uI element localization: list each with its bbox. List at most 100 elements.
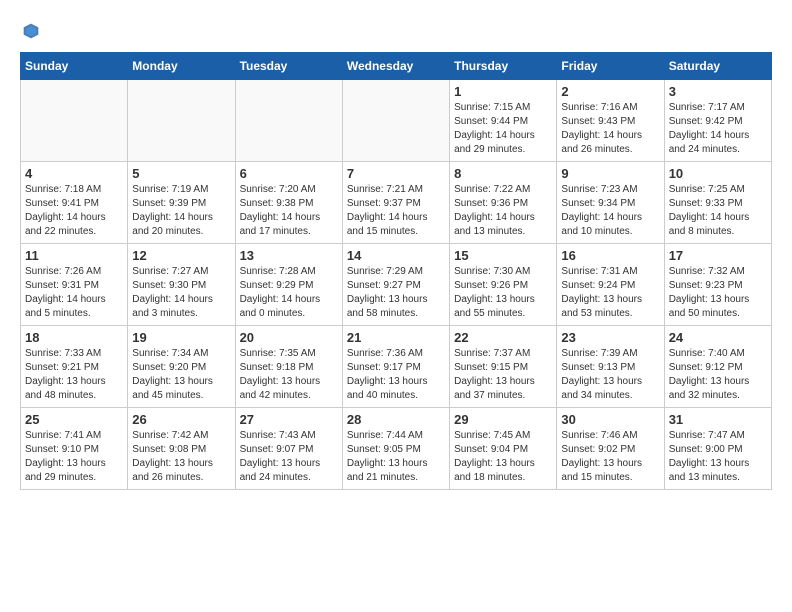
calendar-cell: 27 Sunrise: 7:43 AM Sunset: 9:07 PM Dayli… [235, 408, 342, 490]
day-info: Sunrise: 7:15 AM Sunset: 9:44 PM Dayligh… [454, 101, 552, 157]
calendar-cell: 20 Sunrise: 7:35 AM Sunset: 9:18 PM Dayli… [235, 326, 342, 408]
day-number: 17 [669, 248, 767, 263]
logo-icon [20, 20, 42, 42]
day-info: Sunrise: 7:46 AM Sunset: 9:02 PM Dayligh… [561, 429, 659, 485]
day-info: Sunrise: 7:45 AM Sunset: 9:04 PM Dayligh… [454, 429, 552, 485]
calendar-cell: 9 Sunrise: 7:23 AM Sunset: 9:34 PM Daylig… [557, 162, 664, 244]
day-number: 6 [240, 166, 338, 181]
day-number: 8 [454, 166, 552, 181]
calendar-cell: 23Sunrise: 7:39 AM Sunset: 9:13 PM Dayli… [557, 326, 664, 408]
day-info: Sunrise: 7:44 AM Sunset: 9:05 PM Dayligh… [347, 429, 445, 485]
day-info: Sunrise: 7:36 AM Sunset: 9:17 PM Dayligh… [347, 347, 445, 403]
day-number: 31 [669, 412, 767, 427]
day-number: 4 [25, 166, 123, 181]
column-header-tuesday: Tuesday [235, 53, 342, 80]
calendar-cell: 28 Sunrise: 7:44 AM Sunset: 9:05 PM Dayli… [342, 408, 449, 490]
day-number: 28 [347, 412, 445, 427]
day-number: 13 [240, 248, 338, 263]
day-number: 3 [669, 84, 767, 99]
day-info: Sunrise: 7:23 AM Sunset: 9:34 PM Dayligh… [561, 183, 659, 239]
day-info: Sunrise: 7:39 AM Sunset: 9:13 PM Dayligh… [561, 347, 659, 403]
calendar-cell [128, 80, 235, 162]
calendar-week-row: 1 Sunrise: 7:15 AM Sunset: 9:44 PM Daylig… [21, 80, 772, 162]
day-info: Sunrise: 7:35 AM Sunset: 9:18 PM Dayligh… [240, 347, 338, 403]
day-info: Sunrise: 7:22 AM Sunset: 9:36 PM Dayligh… [454, 183, 552, 239]
calendar-cell: 26 Sunrise: 7:42 AM Sunset: 9:08 PM Dayli… [128, 408, 235, 490]
day-number: 20 [240, 330, 338, 345]
calendar-cell: 21 Sunrise: 7:36 AM Sunset: 9:17 PM Dayli… [342, 326, 449, 408]
calendar-cell: 17 Sunrise: 7:32 AM Sunset: 9:23 PM Dayli… [664, 244, 771, 326]
calendar-cell: 6Sunrise: 7:20 AM Sunset: 9:38 PM Daylig… [235, 162, 342, 244]
calendar-cell: 12Sunrise: 7:27 AM Sunset: 9:30 PM Dayli… [128, 244, 235, 326]
day-info: Sunrise: 7:17 AM Sunset: 9:42 PM Dayligh… [669, 101, 767, 157]
column-header-saturday: Saturday [664, 53, 771, 80]
calendar-cell: 29 Sunrise: 7:45 AM Sunset: 9:04 PM Dayli… [450, 408, 557, 490]
column-header-wednesday: Wednesday [342, 53, 449, 80]
calendar-cell: 24 Sunrise: 7:40 AM Sunset: 9:12 PM Dayli… [664, 326, 771, 408]
day-number: 16 [561, 248, 659, 263]
day-number: 1 [454, 84, 552, 99]
column-header-monday: Monday [128, 53, 235, 80]
calendar-cell [21, 80, 128, 162]
calendar-cell: 1 Sunrise: 7:15 AM Sunset: 9:44 PM Daylig… [450, 80, 557, 162]
calendar-cell: 5 Sunrise: 7:19 AM Sunset: 9:39 PM Daylig… [128, 162, 235, 244]
calendar-cell: 3 Sunrise: 7:17 AM Sunset: 9:42 PM Daylig… [664, 80, 771, 162]
day-info: Sunrise: 7:37 AM Sunset: 9:15 PM Dayligh… [454, 347, 552, 403]
day-info: Sunrise: 7:42 AM Sunset: 9:08 PM Dayligh… [132, 429, 230, 485]
day-number: 18 [25, 330, 123, 345]
calendar-cell: 11Sunrise: 7:26 AM Sunset: 9:31 PM Dayli… [21, 244, 128, 326]
day-info: Sunrise: 7:33 AM Sunset: 9:21 PM Dayligh… [25, 347, 123, 403]
calendar-cell [235, 80, 342, 162]
day-number: 19 [132, 330, 230, 345]
calendar-cell: 4Sunrise: 7:18 AM Sunset: 9:41 PM Daylig… [21, 162, 128, 244]
day-number: 25 [25, 412, 123, 427]
column-header-thursday: Thursday [450, 53, 557, 80]
day-info: Sunrise: 7:34 AM Sunset: 9:20 PM Dayligh… [132, 347, 230, 403]
day-number: 9 [561, 166, 659, 181]
calendar-cell: 19 Sunrise: 7:34 AM Sunset: 9:20 PM Dayli… [128, 326, 235, 408]
day-info: Sunrise: 7:30 AM Sunset: 9:26 PM Dayligh… [454, 265, 552, 321]
column-header-friday: Friday [557, 53, 664, 80]
day-number: 27 [240, 412, 338, 427]
day-info: Sunrise: 7:40 AM Sunset: 9:12 PM Dayligh… [669, 347, 767, 403]
calendar-cell: 15 Sunrise: 7:30 AM Sunset: 9:26 PM Dayli… [450, 244, 557, 326]
calendar-week-row: 4Sunrise: 7:18 AM Sunset: 9:41 PM Daylig… [21, 162, 772, 244]
day-number: 7 [347, 166, 445, 181]
day-number: 5 [132, 166, 230, 181]
calendar-week-row: 25 Sunrise: 7:41 AM Sunset: 9:10 PM Dayli… [21, 408, 772, 490]
day-info: Sunrise: 7:31 AM Sunset: 9:24 PM Dayligh… [561, 265, 659, 321]
day-info: Sunrise: 7:19 AM Sunset: 9:39 PM Dayligh… [132, 183, 230, 239]
day-info: Sunrise: 7:21 AM Sunset: 9:37 PM Dayligh… [347, 183, 445, 239]
day-number: 24 [669, 330, 767, 345]
day-number: 22 [454, 330, 552, 345]
day-info: Sunrise: 7:25 AM Sunset: 9:33 PM Dayligh… [669, 183, 767, 239]
calendar-cell: 18 Sunrise: 7:33 AM Sunset: 9:21 PM Dayli… [21, 326, 128, 408]
day-info: Sunrise: 7:32 AM Sunset: 9:23 PM Dayligh… [669, 265, 767, 321]
page-header [20, 20, 772, 42]
day-number: 10 [669, 166, 767, 181]
day-info: Sunrise: 7:47 AM Sunset: 9:00 PM Dayligh… [669, 429, 767, 485]
calendar-cell: 25 Sunrise: 7:41 AM Sunset: 9:10 PM Dayli… [21, 408, 128, 490]
day-number: 29 [454, 412, 552, 427]
calendar-cell [342, 80, 449, 162]
calendar-cell: 31 Sunrise: 7:47 AM Sunset: 9:00 PM Dayli… [664, 408, 771, 490]
day-number: 21 [347, 330, 445, 345]
day-info: Sunrise: 7:26 AM Sunset: 9:31 PM Dayligh… [25, 265, 123, 321]
calendar-week-row: 18 Sunrise: 7:33 AM Sunset: 9:21 PM Dayli… [21, 326, 772, 408]
calendar-cell: 7 Sunrise: 7:21 AM Sunset: 9:37 PM Daylig… [342, 162, 449, 244]
day-number: 14 [347, 248, 445, 263]
calendar-cell: 30Sunrise: 7:46 AM Sunset: 9:02 PM Dayli… [557, 408, 664, 490]
logo [20, 20, 46, 42]
calendar-cell: 2Sunrise: 7:16 AM Sunset: 9:43 PM Daylig… [557, 80, 664, 162]
day-number: 26 [132, 412, 230, 427]
calendar-cell: 13Sunrise: 7:28 AM Sunset: 9:29 PM Dayli… [235, 244, 342, 326]
calendar-header-row: SundayMondayTuesdayWednesdayThursdayFrid… [21, 53, 772, 80]
calendar-cell: 14Sunrise: 7:29 AM Sunset: 9:27 PM Dayli… [342, 244, 449, 326]
day-info: Sunrise: 7:43 AM Sunset: 9:07 PM Dayligh… [240, 429, 338, 485]
calendar-table: SundayMondayTuesdayWednesdayThursdayFrid… [20, 52, 772, 490]
column-header-sunday: Sunday [21, 53, 128, 80]
day-number: 15 [454, 248, 552, 263]
calendar-cell: 10 Sunrise: 7:25 AM Sunset: 9:33 PM Dayli… [664, 162, 771, 244]
day-number: 12 [132, 248, 230, 263]
day-info: Sunrise: 7:41 AM Sunset: 9:10 PM Dayligh… [25, 429, 123, 485]
